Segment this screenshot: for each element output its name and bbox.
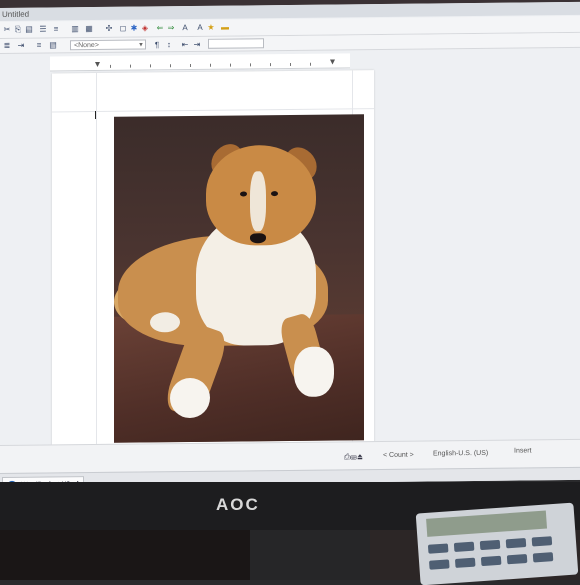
style-select[interactable]: <None> ▼ <box>70 39 146 51</box>
asterisk-icon[interactable]: ✱ <box>129 24 139 33</box>
margin-guide <box>96 72 97 445</box>
right-margin-marker[interactable] <box>330 59 335 64</box>
monitor-brand-logo: AOC <box>216 495 260 514</box>
ruler-tick <box>210 63 211 67</box>
outline-icon[interactable]: ▤ <box>48 40 58 49</box>
desk-surface <box>0 530 250 580</box>
calculator-key <box>505 537 527 549</box>
ruler-tick <box>290 62 291 66</box>
calculator-key <box>531 536 553 547</box>
language-indicator[interactable]: English-U.S. (US) <box>433 450 488 458</box>
margin-guide <box>52 108 374 113</box>
shape-icon[interactable]: ◈ <box>140 23 150 32</box>
count-button[interactable]: < Count > <box>383 452 414 459</box>
style-select-value: <None> <box>74 41 99 50</box>
calculator-key <box>429 559 450 570</box>
symbols-icon[interactable]: ✣ <box>104 24 114 33</box>
calculator-key <box>532 552 554 563</box>
ruler-tick <box>190 63 191 68</box>
ruler-tick <box>250 63 251 67</box>
spacing-icon[interactable]: ↕ <box>164 40 174 49</box>
paste-icon[interactable]: ▤ <box>24 25 34 34</box>
photo-dog-eye <box>271 191 278 197</box>
calculator-key <box>479 539 501 551</box>
highlight-icon[interactable]: A <box>195 23 205 32</box>
paragraph-icon[interactable]: ¶ <box>152 40 162 49</box>
back-icon[interactable]: ⇐ <box>155 23 165 32</box>
photo-dog-paw <box>170 377 210 419</box>
calculator-key <box>427 543 449 554</box>
document-workspace[interactable] <box>0 65 580 446</box>
calculator <box>415 502 579 585</box>
table-icon[interactable]: ▦ <box>84 24 94 33</box>
numbering-icon[interactable]: ≡ <box>51 24 61 33</box>
monitor-stand <box>250 530 370 580</box>
ruler-tick <box>130 64 131 68</box>
insert-mode-indicator[interactable]: Insert <box>514 447 532 454</box>
bullets-icon[interactable]: ☰ <box>38 24 48 34</box>
text-cursor <box>95 110 96 120</box>
ruler-tick <box>170 64 171 68</box>
ruler-tick <box>310 62 311 66</box>
indent-select-icon[interactable]: ⇤ <box>180 40 190 49</box>
align-icon[interactable]: ≣ <box>2 41 12 50</box>
cut-icon[interactable]: ✂ <box>2 25 12 34</box>
text-color-icon[interactable]: A <box>180 23 190 32</box>
chart-icon[interactable]: ▬ <box>220 23 230 32</box>
window-title: Untitled <box>2 9 30 19</box>
columns-icon[interactable]: ▥ <box>70 24 80 33</box>
calculator-key <box>454 557 476 568</box>
photo-dog-eye <box>240 191 247 197</box>
star-icon[interactable]: ★ <box>206 23 216 32</box>
document-page[interactable] <box>52 70 374 446</box>
ruler-tick <box>110 64 111 68</box>
zoom-select[interactable] <box>208 38 264 49</box>
ruler-tick <box>270 63 271 67</box>
forward-icon[interactable]: ⇒ <box>166 23 176 32</box>
calculator-key <box>453 541 475 552</box>
ruler-tick <box>150 64 151 68</box>
insert-icon[interactable]: ◻ <box>118 24 128 33</box>
monitor-screen: Untitled ✂ ⎘ ▤ ☰ ≡ ▥ ▦ ✣ ◻ ✱ ◈ ⇐ ⇒ A A ★… <box>0 1 580 487</box>
indent-icon[interactable]: ⇥ <box>16 41 26 50</box>
status-icons[interactable]: ⎙⌨⏏ <box>344 452 363 462</box>
copy-icon[interactable]: ⎘ <box>13 25 23 34</box>
calculator-display <box>426 510 548 537</box>
ruler-tick <box>230 63 231 67</box>
photo-dog-blaze <box>250 171 266 232</box>
justify-icon[interactable]: ≡ <box>34 41 44 50</box>
calculator-key <box>480 555 502 567</box>
photo-dog-paw <box>294 346 334 397</box>
tab-icon[interactable]: ⇥ <box>192 40 202 49</box>
dog-photo-image[interactable] <box>114 114 364 443</box>
left-margin-marker[interactable] <box>95 62 100 67</box>
chevron-down-icon: ▼ <box>138 42 144 49</box>
calculator-key <box>506 553 528 565</box>
